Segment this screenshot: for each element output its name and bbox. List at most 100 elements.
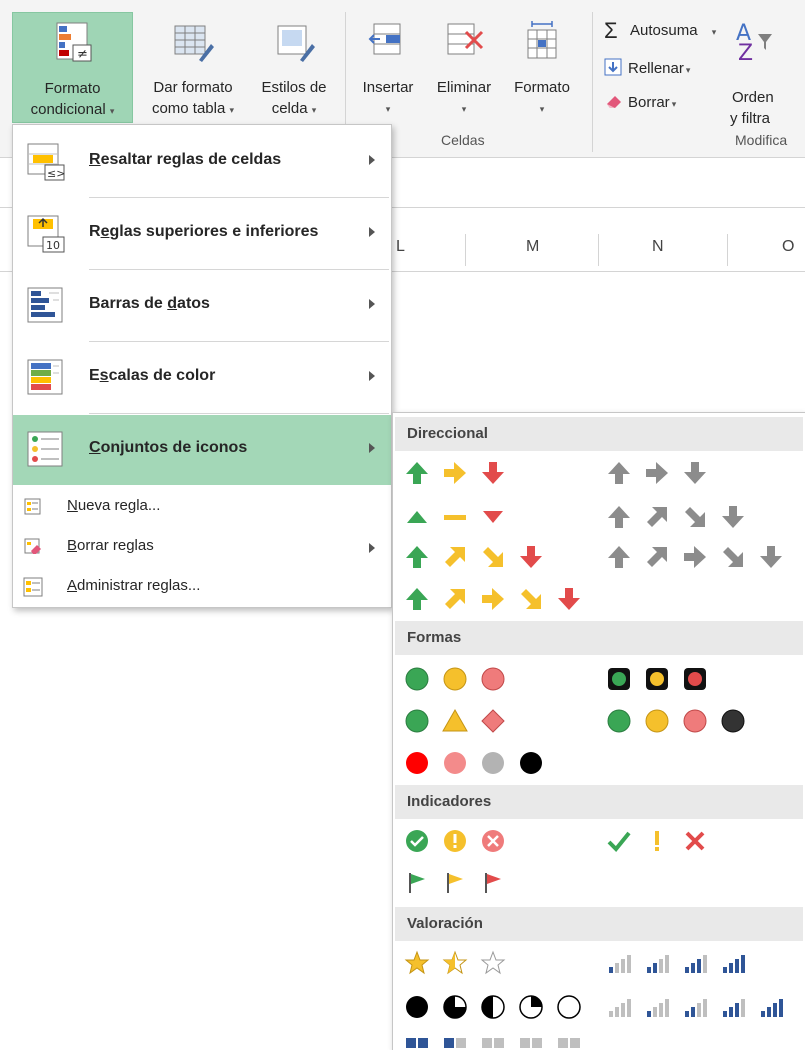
cell-styles-icon [272, 20, 316, 64]
icon-set-3-flags[interactable] [403, 869, 513, 905]
circle-green-icon [605, 707, 633, 735]
arrow-down-right-gray-icon [719, 543, 747, 571]
arrow-down-red-icon [479, 459, 507, 487]
chevron-down-icon: ▾ [229, 105, 235, 115]
icon-set-4-arrows-colored[interactable] [403, 543, 553, 579]
clear-button[interactable]: Borrar ▾ [604, 90, 676, 116]
delete-button[interactable]: Eliminar ▾ [426, 12, 502, 123]
boxes-4-icon [403, 1035, 431, 1050]
fill-label: Rellenar [628, 60, 684, 77]
highlight-cells-icon: ≤> [27, 143, 65, 181]
icon-set-3-symbols-circled[interactable] [403, 827, 513, 863]
star-half-icon [441, 949, 469, 977]
signal-2-bar-icon [681, 993, 709, 1021]
menu-item-label: Escalas de color [89, 367, 216, 384]
menu-item-highlight-cell-rules[interactable]: ≤> Resaltar reglas de celdas [13, 127, 391, 197]
clear-rules-icon [23, 537, 43, 557]
icon-set-3-triangles[interactable] [403, 503, 513, 539]
column-divider [465, 234, 466, 266]
fill-button[interactable]: Rellenar ▾ [604, 56, 690, 82]
traffic-light-red-icon [681, 665, 709, 693]
star-full-icon [403, 949, 431, 977]
chevron-right-icon [369, 543, 375, 553]
circle-black-icon [517, 749, 545, 777]
format-as-table-label-2: como tabla [151, 100, 226, 117]
menu-item-new-rule[interactable]: Nueva regla... [13, 487, 391, 527]
arrow-up-green-icon [403, 585, 431, 613]
icon-set-5-quarters[interactable] [403, 993, 593, 1029]
icon-set-3-traffic-lights-unrimmed[interactable] [403, 665, 513, 701]
svg-text:10: 10 [46, 239, 60, 252]
insert-button[interactable]: Insertar ▾ [352, 12, 424, 123]
cell-styles-label-2: celda [271, 100, 308, 117]
arrow-down-right-yellow-icon [517, 585, 545, 613]
icon-sets-icon [27, 431, 65, 469]
flag-red-icon [479, 869, 507, 897]
sort-filter-button[interactable]: A Z Orden y filtra [728, 12, 805, 127]
chevron-right-icon [369, 371, 375, 381]
circle-pink-icon [441, 749, 469, 777]
icon-set-3-arrows-colored[interactable] [403, 459, 513, 495]
arrow-up-gray-icon [605, 459, 633, 487]
icon-set-5-bars[interactable] [605, 993, 801, 1029]
menu-item-top-bottom-rules[interactable]: 10 Reglas superiores e inferiores [13, 199, 391, 269]
chevron-down-icon: ▾ [685, 65, 691, 75]
signal-1-bar-icon [643, 993, 671, 1021]
menu-item-color-scales[interactable]: Escalas de color [13, 343, 391, 413]
menu-item-data-bars[interactable]: Barras de datos [13, 271, 391, 341]
chevron-down-icon: ▾ [109, 106, 115, 116]
icon-set-4-bars[interactable] [605, 949, 755, 985]
signal-3-bar-icon [681, 949, 709, 977]
conditional-formatting-button[interactable]: ≠ Formato condicional ▾ [12, 12, 133, 123]
circle-yellow-icon [643, 707, 671, 735]
column-header-o[interactable]: O [782, 238, 794, 256]
menu-item-clear-rules[interactable]: Borrar reglas [13, 527, 391, 567]
x-circle-red-icon [479, 827, 507, 855]
icon-set-4-traffic-lights[interactable] [605, 707, 755, 743]
triangle-down-red-icon [479, 503, 507, 531]
cell-styles-button[interactable]: Estilos de celda ▾ [252, 12, 336, 123]
icon-set-red-to-black[interactable] [403, 749, 553, 785]
arrow-down-right-gray-icon [681, 503, 709, 531]
circle-red-icon [479, 665, 507, 693]
section-header-directional: Direccional [395, 417, 803, 451]
chevron-down-icon: ▾ [539, 104, 545, 114]
icon-set-4-arrows-gray[interactable] [605, 503, 755, 539]
icon-set-5-arrows-colored[interactable] [403, 585, 593, 621]
chevron-down-icon: ▾ [461, 104, 467, 114]
eraser-icon [604, 92, 624, 110]
arrow-up-green-icon [403, 543, 431, 571]
chevron-right-icon [369, 443, 375, 453]
conditional-formatting-icon: ≠ [51, 21, 95, 65]
column-header-l[interactable]: L [396, 238, 405, 256]
delete-cells-icon [442, 20, 486, 64]
flag-green-icon [403, 869, 431, 897]
data-bars-icon [27, 287, 65, 325]
boxes-0-icon [555, 1035, 583, 1050]
column-header-n[interactable]: N [652, 238, 664, 256]
menu-item-icon-sets[interactable]: Conjuntos de iconos [13, 415, 391, 485]
format-button[interactable]: Formato ▾ [504, 12, 580, 123]
signal-3-bar-icon [719, 993, 747, 1021]
icon-set-3-traffic-lights-rimmed[interactable] [605, 665, 715, 701]
menu-item-manage-rules[interactable]: Administrar reglas... [13, 567, 391, 607]
icon-set-3-stars[interactable] [403, 949, 513, 985]
autosum-label: Autosuma [630, 22, 698, 39]
x-red-icon [681, 827, 709, 855]
icon-set-3-arrows-gray[interactable] [605, 459, 715, 495]
icon-set-5-arrows-gray[interactable] [605, 543, 795, 579]
triangle-yellow-icon [441, 707, 469, 735]
circle-green-icon [403, 707, 431, 735]
icon-set-5-boxes[interactable] [403, 1035, 593, 1050]
arrow-up-right-gray-icon [643, 503, 671, 531]
autosum-button[interactable]: Σ Autosuma ▾ [604, 18, 716, 44]
column-header-m[interactable]: M [526, 238, 539, 256]
icon-set-3-signs[interactable] [403, 707, 513, 743]
icon-set-3-symbols[interactable] [605, 827, 715, 863]
circle-gray-icon [479, 749, 507, 777]
section-header-indicators: Indicadores [395, 785, 803, 819]
format-as-table-button[interactable]: Dar formato como tabla ▾ [138, 12, 248, 123]
arrow-down-red-icon [517, 543, 545, 571]
arrow-right-gray-icon [643, 459, 671, 487]
menu-item-label: Resaltar reglas de celdas [89, 151, 282, 168]
